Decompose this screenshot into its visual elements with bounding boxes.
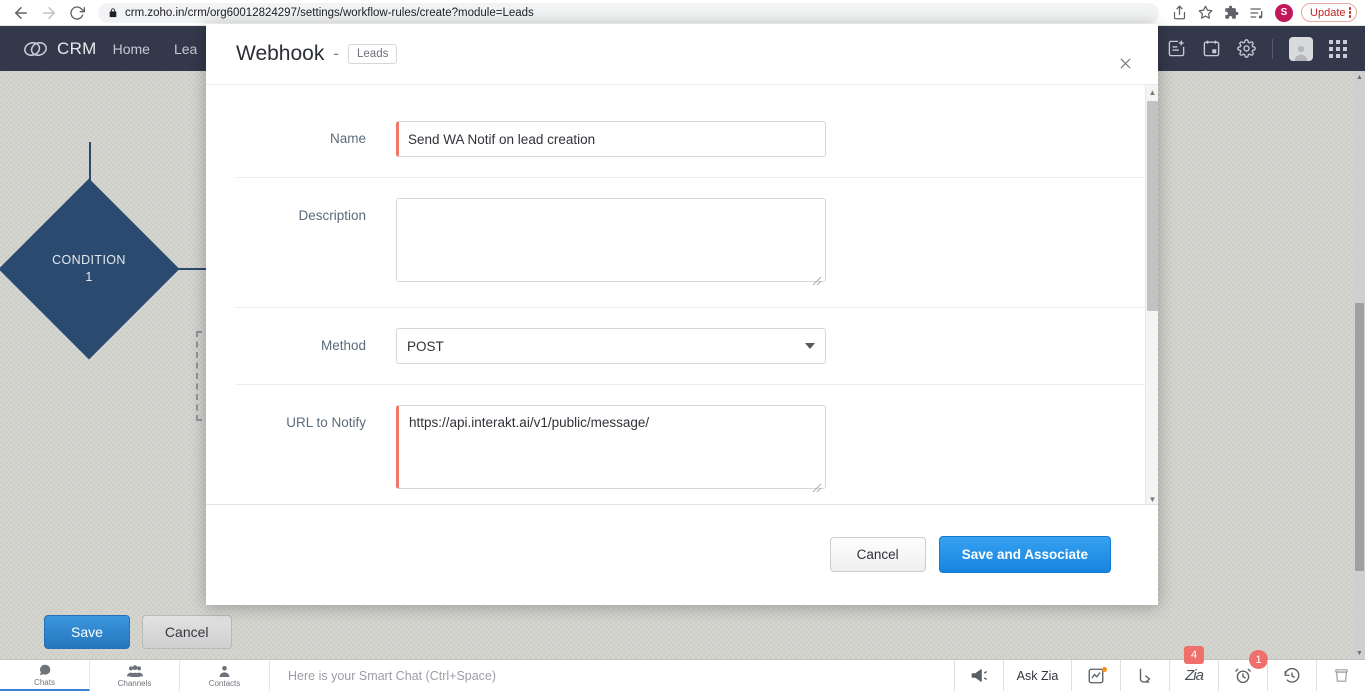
form-row-url: URL to Notify xyxy=(206,405,1158,494)
url-field-wrap xyxy=(396,405,826,494)
workflow-action-buttons: Save Cancel xyxy=(44,615,232,649)
close-icon[interactable] xyxy=(1114,52,1136,74)
forward-arrow-icon[interactable] xyxy=(36,0,62,26)
title-separator: - xyxy=(333,43,340,63)
name-input[interactable] xyxy=(396,121,826,157)
scroll-down-arrow-icon[interactable]: ▼ xyxy=(1354,647,1365,659)
modal-scroll-down-icon[interactable]: ▼ xyxy=(1146,492,1158,504)
name-label: Name xyxy=(329,131,366,146)
bottom-item-contacts[interactable]: Contacts xyxy=(180,660,270,691)
header-divider xyxy=(1272,38,1273,59)
reload-icon[interactable] xyxy=(64,0,90,26)
zia-badge-count: 4 xyxy=(1183,646,1205,664)
browser-toolbar: crm.zoho.in/crm/org60012824297/settings/… xyxy=(0,0,1365,26)
address-bar[interactable]: crm.zoho.in/crm/org60012824297/settings/… xyxy=(98,2,1160,23)
lock-icon xyxy=(108,7,118,19)
people-group-icon xyxy=(126,664,143,677)
puzzle-piece-icon[interactable] xyxy=(1219,1,1243,25)
modal-body: Name Description xyxy=(206,84,1158,505)
form-row-method: Method POST xyxy=(206,328,1158,364)
method-field-wrap: POST xyxy=(396,328,826,364)
bottom-bar-right-actions: Ask Zia Zia 4 1 xyxy=(954,646,1365,691)
workflow-cancel-button[interactable]: Cancel xyxy=(141,615,232,649)
modal-scroll-up-icon[interactable]: ▲ xyxy=(1146,85,1158,99)
history-clock-icon[interactable] xyxy=(1267,660,1316,691)
smart-chat-input[interactable]: Here is your Smart Chat (Ctrl+Space) xyxy=(270,660,954,691)
method-select[interactable]: POST xyxy=(396,328,826,364)
crm-logo[interactable]: CRM xyxy=(0,39,113,59)
row-divider xyxy=(236,384,1158,385)
notification-dot xyxy=(1102,667,1107,672)
crm-header-actions xyxy=(1167,36,1365,61)
condition-node-label: CONDITION 1 xyxy=(25,205,153,333)
form-row-name: Name xyxy=(206,121,1158,157)
module-badge: Leads xyxy=(348,43,398,64)
reading-list-icon[interactable] xyxy=(1245,1,1269,25)
bottom-item-label: Contacts xyxy=(208,678,241,688)
star-icon[interactable] xyxy=(1193,1,1217,25)
modal-header: Webhook - Leads xyxy=(206,24,1158,84)
scroll-up-arrow-icon[interactable]: ▲ xyxy=(1354,71,1365,83)
save-and-associate-button[interactable]: Save and Associate xyxy=(938,535,1111,573)
update-button[interactable]: Update xyxy=(1301,3,1357,22)
description-field-wrap xyxy=(396,198,826,287)
update-label: Update xyxy=(1310,6,1346,19)
application-window: crm.zoho.in/crm/org60012824297/settings/… xyxy=(0,0,1365,691)
alarm-badge-count: 1 xyxy=(1249,650,1268,669)
share-icon[interactable] xyxy=(1167,1,1191,25)
alarm-clock-icon[interactable]: 1 xyxy=(1218,650,1268,691)
description-label: Description xyxy=(298,208,366,223)
zoho-logo-icon xyxy=(24,41,47,56)
ask-zia-button[interactable]: Ask Zia xyxy=(1003,660,1071,691)
add-note-icon[interactable] xyxy=(1167,39,1186,58)
user-avatar[interactable] xyxy=(1289,36,1313,61)
megaphone-icon[interactable] xyxy=(954,660,1003,691)
name-field-wrap xyxy=(396,121,826,157)
smart-chat-bar: Chats Channels Contacts Here is your Sma… xyxy=(0,646,1365,691)
description-textarea[interactable] xyxy=(396,198,826,282)
settings-gear-icon[interactable] xyxy=(1237,39,1256,58)
person-icon xyxy=(219,665,230,677)
condition-title: CONDITION xyxy=(52,253,126,267)
chat-bubble-icon xyxy=(39,664,50,675)
condition-number: 1 xyxy=(85,270,93,284)
url-to-notify-textarea[interactable] xyxy=(396,405,826,489)
profile-avatar[interactable]: S xyxy=(1275,3,1294,22)
analytics-icon[interactable] xyxy=(1071,660,1120,691)
back-arrow-icon[interactable] xyxy=(8,0,34,26)
share-node-icon[interactable] xyxy=(1120,660,1169,691)
method-label: Method xyxy=(320,338,366,353)
apps-grid-icon[interactable] xyxy=(1329,39,1347,58)
webhook-form: Name Description xyxy=(206,85,1158,504)
webhook-modal: Webhook - Leads Name Description xyxy=(206,24,1158,605)
bottom-item-chats[interactable]: Chats xyxy=(0,660,90,691)
url-to-notify-label: URL to Notify xyxy=(286,415,366,430)
workflow-save-button[interactable]: Save xyxy=(44,615,130,649)
page-scroll-thumb[interactable] xyxy=(1355,303,1364,571)
modal-footer: Cancel Save and Associate xyxy=(206,505,1158,603)
modal-scroll-thumb[interactable] xyxy=(1147,101,1158,311)
form-row-description: Description xyxy=(206,198,1158,287)
bottom-item-label: Chats xyxy=(34,677,55,687)
crm-logo-text: CRM xyxy=(57,38,97,58)
page-title: Webhook xyxy=(236,41,325,65)
crm-main-nav: Home Lea xyxy=(113,41,198,57)
row-divider xyxy=(236,177,1158,178)
archive-box-icon[interactable] xyxy=(1316,660,1365,691)
nav-item-leads[interactable]: Lea xyxy=(174,41,197,57)
bottom-item-label: Channels xyxy=(117,678,152,688)
calendar-icon[interactable] xyxy=(1202,39,1221,58)
url-text: crm.zoho.in/crm/org60012824297/settings/… xyxy=(125,6,534,19)
page-scrollbar[interactable]: ▲ ▼ xyxy=(1354,71,1365,659)
cancel-button[interactable]: Cancel xyxy=(829,536,926,572)
three-dot-menu-icon[interactable] xyxy=(1348,7,1351,18)
nav-item-home[interactable]: Home xyxy=(113,41,150,57)
bottom-item-channels[interactable]: Channels xyxy=(90,660,180,691)
row-divider xyxy=(236,307,1158,308)
zia-label: Zia xyxy=(1185,667,1204,684)
zia-logo-icon[interactable]: Zia 4 xyxy=(1169,646,1218,691)
modal-scrollbar[interactable]: ▲ ▼ xyxy=(1145,85,1158,504)
